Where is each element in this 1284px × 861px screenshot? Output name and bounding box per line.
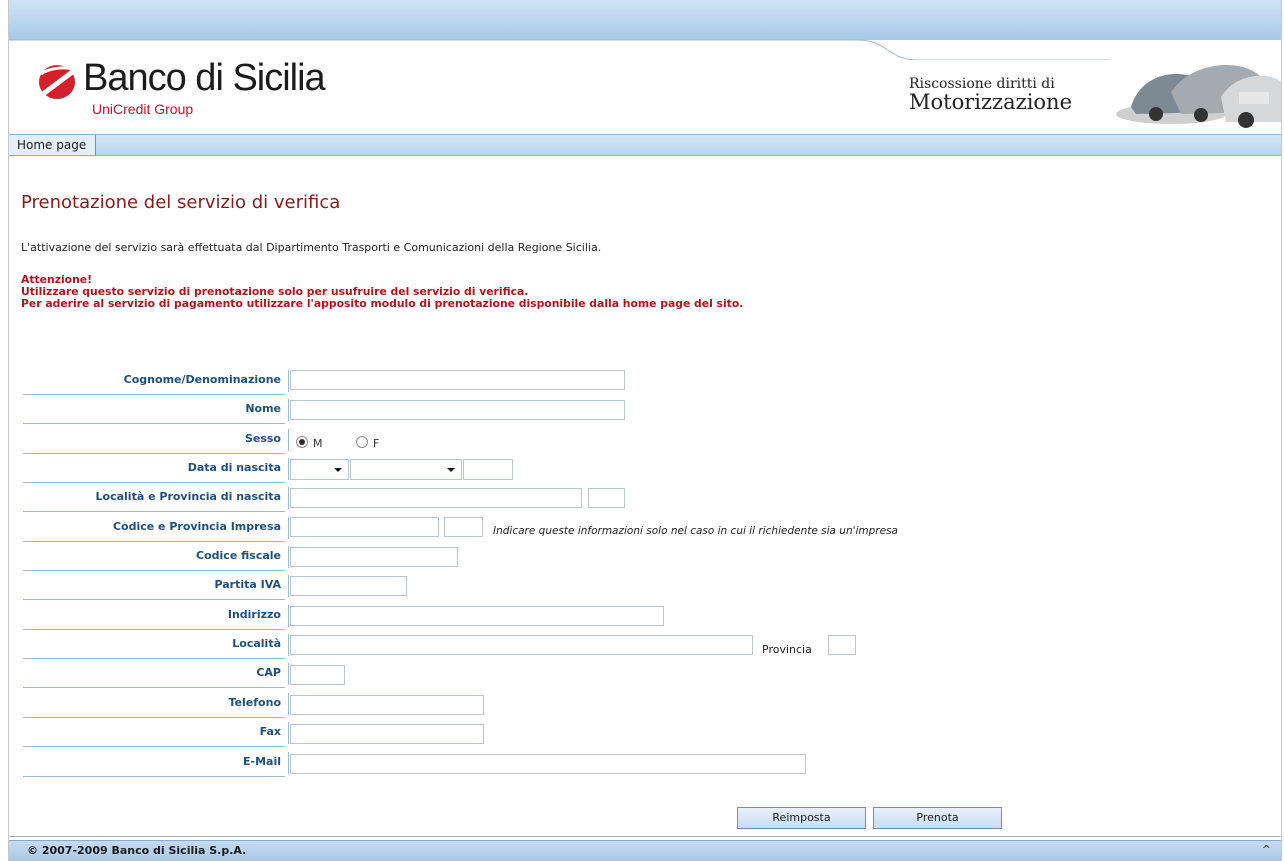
- label-partita-iva: Partita IVA: [23, 573, 289, 600]
- footer-copyright: © 2007-2009 Banco di Sicilia S.p.A.: [27, 844, 247, 857]
- reset-button[interactable]: Reimposta: [737, 807, 866, 829]
- nav-bar: Home page: [9, 134, 1281, 156]
- brand-name: Banco di Sicilia: [83, 57, 326, 99]
- nome-input[interactable]: [290, 400, 625, 420]
- nav-home-link[interactable]: Home page: [9, 135, 97, 155]
- sesso-f-label: F: [373, 437, 380, 450]
- codice-impresa-input[interactable]: [290, 517, 439, 537]
- warning-line-2: Per aderire al servizio di pagamento uti…: [21, 297, 744, 310]
- page-frame: Banco di Sicilia UniCredit Group Riscoss…: [8, 0, 1282, 861]
- label-nome: Nome: [23, 397, 289, 424]
- scroll-top-icon[interactable]: ^: [1262, 843, 1271, 856]
- provincia-nascita-input[interactable]: [588, 488, 625, 508]
- cognome-input[interactable]: [290, 370, 625, 390]
- anno-nascita-input[interactable]: [463, 459, 513, 480]
- provincia-impresa-input[interactable]: [444, 517, 483, 537]
- label-codice-fiscale: Codice fiscale: [23, 544, 289, 571]
- telefono-input[interactable]: [290, 695, 484, 715]
- label-cap: CAP: [23, 661, 289, 688]
- footer: © 2007-2009 Banco di Sicilia S.p.A. ^: [9, 840, 1281, 861]
- chevron-down-icon: [334, 468, 342, 472]
- submit-button[interactable]: Prenota: [873, 807, 1002, 829]
- label-indirizzo: Indirizzo: [23, 603, 289, 630]
- service-title-line2: Motorizzazione: [909, 90, 1073, 114]
- cap-input[interactable]: [290, 665, 345, 685]
- label-fax: Fax: [23, 720, 289, 747]
- partita-iva-input[interactable]: [290, 576, 407, 596]
- impresa-note: Indicare queste informazioni solo nel ca…: [493, 525, 898, 537]
- service-title: Riscossione diritti di Motorizzazione: [909, 76, 1072, 114]
- localita-input[interactable]: [290, 635, 753, 655]
- mese-nascita-select[interactable]: [350, 459, 462, 480]
- vintage-cars-image: [1111, 52, 1281, 134]
- chevron-down-icon: [447, 468, 455, 472]
- label-localita-nascita: Località e Provincia di nascita: [23, 485, 289, 512]
- email-input[interactable]: [290, 754, 806, 774]
- sesso-f-radio[interactable]: [356, 436, 368, 448]
- fax-input[interactable]: [290, 724, 484, 744]
- label-provincia: Provincia: [762, 643, 812, 656]
- bottom-divider: [9, 836, 1281, 837]
- giorno-nascita-select[interactable]: [290, 459, 349, 480]
- sesso-m-label: M: [313, 437, 323, 450]
- codice-fiscale-input[interactable]: [290, 547, 458, 567]
- label-codice-impresa: Codice e Provincia Impresa: [23, 515, 289, 542]
- header: Banco di Sicilia UniCredit Group Riscoss…: [9, 40, 1281, 134]
- intro-text: L'attivazione del servizio sarà effettua…: [21, 241, 602, 254]
- sesso-m-radio[interactable]: [296, 436, 308, 448]
- page-title: Prenotazione del servizio di verifica: [21, 192, 341, 213]
- label-cognome: Cognome/Denominazione: [23, 368, 289, 395]
- bank-logo-icon: [39, 65, 77, 99]
- label-email: E-Mail: [23, 750, 289, 777]
- indirizzo-input[interactable]: [290, 606, 664, 626]
- label-localita: Località: [23, 632, 289, 659]
- label-data-nascita: Data di nascita: [23, 456, 289, 483]
- warning-block: Attenzione! Utilizzare questo servizio d…: [21, 274, 743, 310]
- label-sesso: Sesso: [23, 427, 289, 454]
- localita-nascita-input[interactable]: [290, 488, 582, 508]
- label-telefono: Telefono: [23, 691, 289, 718]
- provincia-input[interactable]: [828, 635, 856, 655]
- brand-subtitle: UniCredit Group: [92, 101, 194, 117]
